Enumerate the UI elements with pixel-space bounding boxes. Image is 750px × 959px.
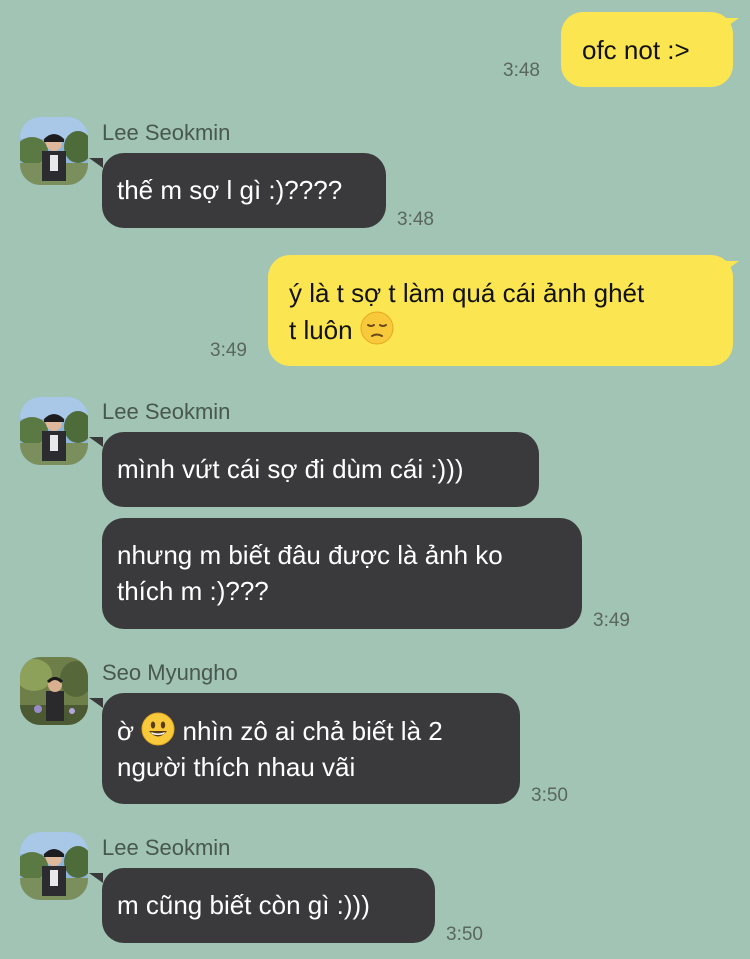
message-text: t luôn — [289, 315, 353, 345]
outgoing-message-bubble[interactable]: ofc not :> — [561, 12, 733, 87]
message-text: thế m sợ l gì :)???? — [117, 175, 343, 205]
incoming-message-bubble[interactable]: ờ nhìn zô ai chả biết là 2 người thích n… — [102, 693, 520, 804]
message-text: nhìn zô ai chả biết là 2 — [182, 716, 443, 746]
pensive-face-icon — [360, 311, 394, 345]
outgoing-message-bubble[interactable]: ý là t sợ t làm quá cái ảnh ghét t luôn — [268, 255, 733, 366]
avatar-seo-myungho[interactable] — [20, 657, 88, 725]
message-text: ờ — [117, 716, 135, 746]
smiling-face-icon — [141, 712, 175, 746]
sender-name: Lee Seokmin — [102, 120, 231, 145]
incoming-message-bubble[interactable]: mình vứt cái sợ đi dùm cái :))) — [102, 432, 539, 507]
message-text-line-2: thích m :)??? — [117, 576, 269, 606]
message-text: m cũng biết còn gì :))) — [117, 890, 370, 920]
sender-name: Lee Seokmin — [102, 835, 231, 860]
bubble-tail — [725, 261, 739, 271]
message-timestamp: 3:48 — [397, 209, 434, 230]
message-text-line-1: nhưng m biết đâu được là ảnh ko — [117, 540, 503, 570]
bubble-tail — [725, 18, 739, 28]
sender-name: Seo Myungho — [102, 660, 238, 685]
message-text: ofc not :> — [582, 35, 690, 65]
incoming-message-bubble[interactable]: thế m sợ l gì :)???? — [102, 153, 386, 228]
message-timestamp: 3:49 — [593, 610, 630, 631]
message-timestamp: 3:50 — [446, 924, 483, 945]
message-text-line-1: ý là t sợ t làm quá cái ảnh ghét — [289, 278, 645, 308]
incoming-message-bubble[interactable]: nhưng m biết đâu được là ảnh ko thích m … — [102, 518, 582, 629]
bubble-tail — [89, 158, 103, 168]
bubble-tail — [89, 698, 103, 708]
message-text: mình vứt cái sợ đi dùm cái :))) — [117, 454, 464, 484]
incoming-message-bubble[interactable]: m cũng biết còn gì :))) — [102, 868, 435, 943]
message-text-line-1: ờ nhìn zô ai chả biết là 2 — [117, 712, 520, 749]
avatar-lee-seokmin[interactable] — [20, 832, 88, 900]
message-timestamp: 3:48 — [503, 60, 540, 81]
message-timestamp: 3:50 — [531, 785, 568, 806]
sender-name: Lee Seokmin — [102, 399, 231, 424]
bubble-tail — [89, 437, 103, 447]
message-text-line-2: t luôn — [289, 311, 733, 348]
message-timestamp: 3:49 — [210, 340, 247, 361]
message-text-line-2: người thích nhau vãi — [117, 752, 356, 782]
bubble-tail — [89, 873, 103, 883]
avatar-lee-seokmin[interactable] — [20, 397, 88, 465]
avatar-lee-seokmin[interactable] — [20, 117, 88, 185]
